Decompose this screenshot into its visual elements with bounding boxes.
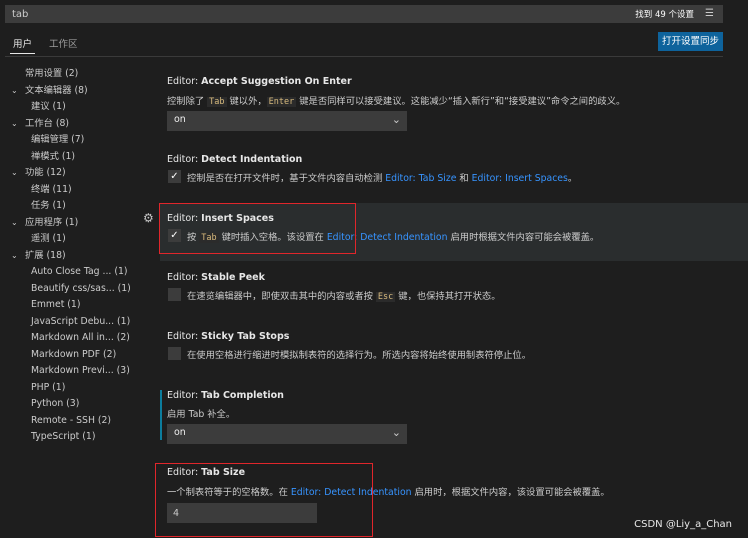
toc-item[interactable]: 终端 (11) [0,182,135,199]
toc-item-label: Markdown PDF (2) [31,348,117,360]
toc-item[interactable]: ⌄ 工作台 (8) [0,116,135,133]
chevron-down-icon: ⌄ [11,118,18,128]
toc-item[interactable]: TypeScript (1) [0,429,135,446]
chevron-down-icon: ⌄ [11,168,18,177]
toc-item[interactable]: PHP (1) [0,380,135,397]
accept-suggestion-select[interactable]: on ⌄ [167,111,407,131]
setting-description: 启用 Tab 补全。 [167,409,236,420]
setting-description: 控制除了 Tab 键以外， Enter 键是否同样可以接受建议。这能减少“插入新行… [167,96,626,107]
toc-item-label: Remote - SSH (2) [31,414,112,426]
chevron-down-icon: ⌄ [11,217,18,227]
tab-user[interactable]: 用户 [10,36,36,54]
toc-item[interactable]: Markdown All in... (2) [0,330,135,347]
search-result-count: 找到 49 个设置 [635,10,694,20]
toc-item-label: 编辑管理 (7) [31,134,85,145]
link-tab-size[interactable]: Editor: Tab Size [385,173,456,184]
toc-item[interactable]: ⌄ 功能 (12) [0,165,135,182]
detect-indentation-checkbox[interactable]: ✓ [168,170,181,183]
toc-item[interactable]: Beautify css/sas... (1) [0,281,135,298]
toc-item[interactable]: 任务 (1) [0,198,135,215]
chevron-down-icon: ⌄ [11,85,18,95]
toc-item[interactable]: ⌄ 扩展 (18) [0,248,135,265]
toc-item[interactable]: Python (3) [0,396,135,413]
toc-item-label: 遥测 (1) [31,233,66,244]
gear-icon[interactable]: ⚙ [143,211,154,225]
setting-description: 控制是否在打开文件时，基于文件内容自动检测 Editor: Tab Size 和… [187,173,578,184]
link-insert-spaces[interactable]: Editor: Insert Spaces [472,173,568,184]
chevron-down-icon: ⌄ [11,250,18,260]
toc-item[interactable]: Auto Close Tag ... (1) [0,264,135,281]
toc-item[interactable]: Markdown PDF (2) [0,347,135,364]
chevron-down-icon: ⌄ [391,113,401,126]
toc-item[interactable]: 常用设置 (2) [0,66,135,83]
toc-item-label: 任务 (1) [31,200,66,211]
toc-item-label: 禅模式 (1) [31,150,76,162]
toc-item[interactable]: ⌄ 应用程序 (1) [0,215,135,232]
toc-item-label: Markdown All in... (2) [31,332,130,343]
toc-item-label: Beautify css/sas... (1) [31,282,131,294]
list-filter-icon[interactable]: ☰ [705,8,714,19]
toc-item-label: PHP (1) [31,381,66,393]
setting-description: 在速览编辑器中，即使双击其中的内容或者按 Esc 键，也保持其打开状态。 [187,291,501,302]
toc-item-label: TypeScript (1) [31,431,96,442]
toc-item[interactable]: ⌄ 文本编辑器 (8) [0,83,135,100]
toc-item-label: 扩展 (18) [25,249,66,261]
toc-item[interactable]: 编辑管理 (7) [0,132,135,149]
divider [5,56,723,57]
setting-title: Editor: Accept Suggestion On Enter [167,76,352,87]
search-input[interactable] [12,7,612,21]
tab-workspace[interactable]: 工作区 [46,36,81,53]
toc-item-label: Auto Close Tag ... (1) [31,266,128,277]
toc-item[interactable]: 禅模式 (1) [0,149,135,166]
settings-toc-tree: 常用设置 (2) ⌄ 文本编辑器 (8) 建议 (1) ⌄ 工作台 (8) 编辑管理 (7)… [0,66,135,446]
toc-item[interactable]: Markdown Previ... (3) [0,363,135,380]
toc-item-label: 终端 (11) [31,183,72,195]
toc-item[interactable]: JavaScript Debu... (1) [0,314,135,331]
setting-title: Editor: Sticky Tab Stops [167,331,290,342]
setting-title: Editor: Detect Indentation [167,154,303,165]
settings-scope-tabs: 用户 工作区 [10,36,89,56]
stable-peek-checkbox[interactable] [168,288,181,301]
modified-indicator [160,390,162,440]
sticky-tab-stops-checkbox[interactable] [168,347,181,360]
setting-title: Editor: Tab Completion [167,390,284,401]
toc-item-label: Markdown Previ... (3) [31,365,130,376]
highlight-box-insert-spaces [159,203,356,254]
toc-item-label: 功能 (12) [25,167,66,178]
toc-item-label: 建议 (1) [31,101,66,112]
highlight-box-tab-size [155,463,373,537]
watermark: CSDN @Liy_a_Chan [634,519,732,530]
tab-completion-select[interactable]: on ⌄ [167,424,407,444]
toc-item[interactable]: 建议 (1) [0,99,135,116]
open-settings-sync-button[interactable]: 打开设置同步 [658,32,723,51]
toc-item-label: 常用设置 (2) [25,68,79,79]
toc-item[interactable]: Emmet (1) [0,297,135,314]
toc-item-label: JavaScript Debu... (1) [31,315,131,327]
chevron-down-icon: ⌄ [391,426,401,439]
toc-item[interactable]: 遥测 (1) [0,231,135,248]
settings-search-bar[interactable]: 找到 49 个设置 ☰ [5,5,723,23]
setting-description: 在使用空格进行缩进时模拟制表符的选择行为。所选内容将始终使用制表符停止位。 [187,350,531,361]
toc-item-label: Emmet (1) [31,299,81,310]
toc-item[interactable]: Remote - SSH (2) [0,413,135,430]
toc-item-label: Python (3) [31,398,80,409]
setting-title: Editor: Stable Peek [167,272,265,283]
